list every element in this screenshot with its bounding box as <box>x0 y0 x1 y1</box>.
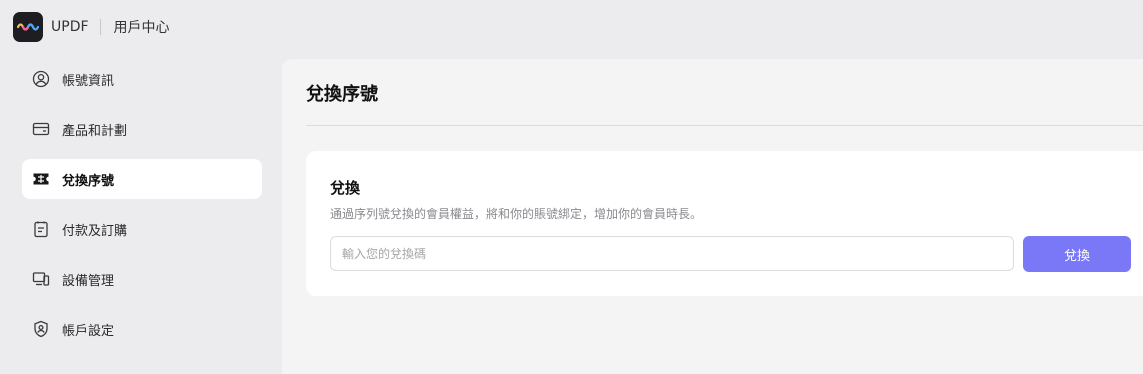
sidebar-item-label: 帳號資訊 <box>62 73 115 89</box>
wallet-icon <box>32 120 50 138</box>
header-divider <box>99 19 101 35</box>
title-divider <box>306 125 1143 126</box>
ticket-icon <box>32 170 50 188</box>
page-title: 兌換序號 <box>306 84 378 105</box>
sidebar-item-account-info[interactable]: 帳號資訊 <box>22 59 262 99</box>
redeem-card-description: 通過序列號兌換的會員權益，將和你的賬號綁定，增加你的會員時長。 <box>330 207 703 221</box>
sidebar-item-label: 兌換序號 <box>62 173 115 189</box>
sidebar-item-label: 產品和計劃 <box>62 123 128 139</box>
app-header: UPDF 用戶中心 <box>13 12 170 42</box>
sidebar-item-label: 設備管理 <box>62 273 115 289</box>
redeem-card: 兌換 通過序列號兌換的會員權益，將和你的賬號綁定，增加你的會員時長。 兌換 <box>306 151 1143 296</box>
redeem-card-title: 兌換 <box>330 179 361 197</box>
redeem-button[interactable]: 兌換 <box>1023 236 1131 272</box>
app-name: UPDF <box>51 19 89 35</box>
devices-icon <box>32 270 50 288</box>
sidebar: 帳號資訊 產品和計劃 兌換序號 付款及訂購 設備管理 帳戶設定 <box>22 59 262 359</box>
main-panel: 兌換序號 兌換 通過序列號兌換的會員權益，將和你的賬號綁定，增加你的會員時長。 … <box>282 59 1143 374</box>
shield-user-icon <box>32 320 50 338</box>
sidebar-item-products-plans[interactable]: 產品和計劃 <box>22 109 262 149</box>
sidebar-item-label: 帳戶設定 <box>62 323 115 339</box>
receipt-icon <box>32 220 50 238</box>
redeem-code-input[interactable] <box>330 236 1014 271</box>
user-circle-icon <box>32 70 50 88</box>
updf-logo-icon <box>13 12 43 42</box>
sidebar-item-device-management[interactable]: 設備管理 <box>22 259 262 299</box>
sidebar-item-payment-orders[interactable]: 付款及訂購 <box>22 209 262 249</box>
sidebar-item-account-settings[interactable]: 帳戶設定 <box>22 309 262 349</box>
user-center-title: 用戶中心 <box>113 20 170 36</box>
sidebar-item-redeem-code[interactable]: 兌換序號 <box>22 159 262 199</box>
sidebar-item-label: 付款及訂購 <box>62 223 128 239</box>
